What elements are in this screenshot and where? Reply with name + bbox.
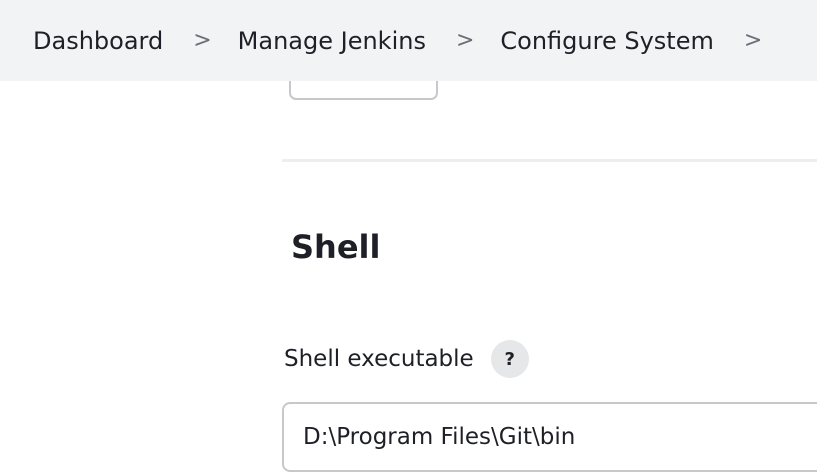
jenkins-configure-system-page: Dashboard > Manage Jenkins > Configure S…: [0, 0, 817, 474]
shell-executable-label: Shell executable: [284, 346, 474, 372]
breadcrumb-item-dashboard[interactable]: Dashboard: [33, 27, 163, 55]
chevron-right-icon[interactable]: >: [456, 28, 474, 53]
shell-executable-input[interactable]: [282, 402, 817, 472]
section-divider: [282, 159, 817, 162]
section-title-shell: Shell: [291, 228, 381, 266]
breadcrumb: Dashboard > Manage Jenkins > Configure S…: [0, 0, 817, 81]
chevron-right-icon[interactable]: >: [193, 28, 211, 53]
shell-executable-label-row: Shell executable ?: [284, 340, 529, 378]
help-icon[interactable]: ?: [490, 340, 529, 378]
breadcrumb-item-manage-jenkins[interactable]: Manage Jenkins: [238, 27, 426, 55]
chevron-right-icon[interactable]: >: [744, 28, 762, 53]
breadcrumb-item-configure-system[interactable]: Configure System: [500, 27, 713, 55]
